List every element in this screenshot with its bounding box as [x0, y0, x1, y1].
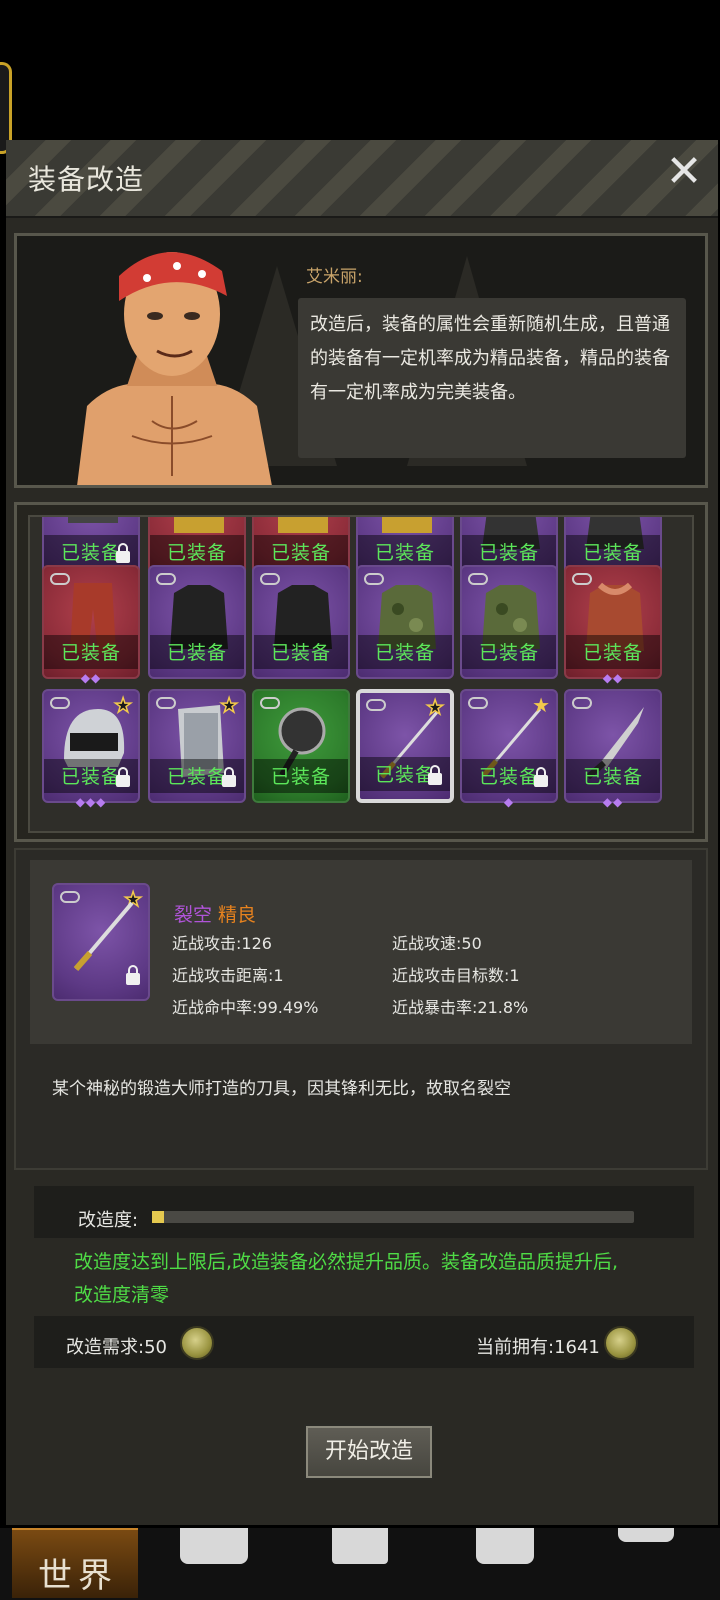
- lock-icon: [116, 543, 130, 563]
- nav-world-label: 世界: [38, 1556, 118, 1596]
- equipment-slot-black-shirt[interactable]: 已装备: [148, 565, 246, 679]
- close-button[interactable]: ✕: [662, 150, 706, 196]
- equipped-label: 已装备: [582, 766, 643, 788]
- star-icon: ★: [113, 692, 132, 718]
- anvil-icon[interactable]: [332, 1528, 388, 1564]
- coin-icon: [604, 1326, 638, 1360]
- equipped-label: 已装备: [166, 642, 227, 664]
- equipment-slot-katana[interactable]: ★ 已装备: [356, 689, 454, 803]
- stat-melee-targets: 近战攻击目标数:1: [392, 966, 520, 985]
- equipped-label: 已装备: [582, 642, 643, 664]
- gem-icon: ◆◆: [602, 671, 624, 685]
- progress-track: [152, 1211, 634, 1223]
- equipped-label: 已装备: [270, 542, 331, 564]
- stat-melee-range: 近战攻击距离:1: [172, 966, 284, 985]
- equipment-slot-machete[interactable]: 已装备 ◆◆: [564, 689, 662, 809]
- equipment-slot-police-helmet[interactable]: ★ 已装备 ◆◆◆: [42, 689, 140, 809]
- backpack-icon[interactable]: [180, 1528, 248, 1564]
- workbench-icon[interactable]: [618, 1528, 674, 1542]
- equipped-label: 已装备: [270, 766, 331, 788]
- item-description: 某个神秘的锻造大师打造的刀具，因其锋利无比，故取名裂空: [52, 1079, 511, 1099]
- required-cost: 改造需求:50: [66, 1337, 167, 1358]
- progress-label: 改造度:: [78, 1210, 139, 1231]
- equipment-grid[interactable]: 已装备已装备已装备已装备已装备◆已装备已装备◆◆已装备已装备已装备已装备已装备◆…: [28, 515, 694, 833]
- equipment-slot-frying-pan[interactable]: 已装备: [252, 689, 350, 803]
- coin-icon: [180, 1326, 214, 1360]
- stat-melee-hit-rate: 近战命中率:99.49%: [172, 998, 319, 1017]
- star-icon: ★: [425, 694, 444, 720]
- equipment-slot-black-shirt[interactable]: 已装备: [252, 565, 350, 679]
- star-icon: ★: [219, 692, 238, 718]
- item-quality: 精良: [218, 904, 257, 926]
- equipment-slot-riot-shield[interactable]: ★ 已装备: [148, 689, 246, 803]
- gem-icon: ◆◆◆: [75, 795, 107, 809]
- equipment-slot-pants[interactable]: 已装备 ◆◆: [42, 565, 140, 685]
- stat-melee-attack: 近战攻击:126: [172, 934, 272, 953]
- star-icon: ★: [532, 693, 550, 717]
- gem-icon: ◆◆: [602, 795, 624, 809]
- lock-icon: [428, 765, 442, 785]
- equipment-slot-katana[interactable]: ★ 已装备 ◆: [460, 689, 558, 809]
- progress-fill: [152, 1211, 165, 1223]
- selected-item-icon: ★: [52, 883, 150, 1001]
- item-name: 裂空 精良: [174, 904, 257, 926]
- equipped-label: 已装备: [478, 642, 539, 664]
- gem-icon: ◆◆: [80, 671, 102, 685]
- equipped-label: 已装备: [582, 542, 643, 564]
- stat-melee-speed: 近战攻速:50: [392, 934, 482, 953]
- npc-portrait: [77, 252, 272, 485]
- progress-notice: 改造度达到上限后,改造装备必然提升品质。装备改造品质提升后,改造度清零: [74, 1251, 619, 1306]
- equipment-slot-camo-jacket[interactable]: 已装备: [356, 565, 454, 679]
- dialog-title: 装备改造: [28, 163, 145, 196]
- equipment-slot-camo-jacket[interactable]: 已装备: [460, 565, 558, 679]
- close-icon: ✕: [665, 146, 703, 197]
- lock-icon: [126, 965, 140, 985]
- equipped-label: 已装备: [60, 642, 121, 664]
- katana-icon: [73, 901, 134, 971]
- equipment-slot-fur-coat[interactable]: 已装备 ◆◆: [564, 565, 662, 685]
- gem-icon: ◆: [503, 795, 515, 809]
- lock-icon: [222, 767, 236, 787]
- equipped-label: 已装备: [270, 642, 331, 664]
- equipped-label: 已装备: [478, 542, 539, 564]
- equipped-label: 已装备: [374, 642, 435, 664]
- npc-name: 艾米丽:: [306, 267, 363, 287]
- equipped-label: 已装备: [374, 542, 435, 564]
- owned-amount: 当前拥有:1641: [476, 1337, 600, 1358]
- lock-icon: [534, 767, 548, 787]
- stat-melee-crit-rate: 近战暴击率:21.8%: [392, 998, 529, 1017]
- building-icon[interactable]: [476, 1528, 534, 1564]
- start-modify-button[interactable]: 开始改造: [306, 1426, 432, 1478]
- lock-icon: [116, 767, 130, 787]
- equipped-label: 已装备: [166, 542, 227, 564]
- npc-speech-bubble: 改造后，装备的属性会重新随机生成，且普通的装备有一定机率成为精品装备，精品的装备…: [298, 298, 686, 458]
